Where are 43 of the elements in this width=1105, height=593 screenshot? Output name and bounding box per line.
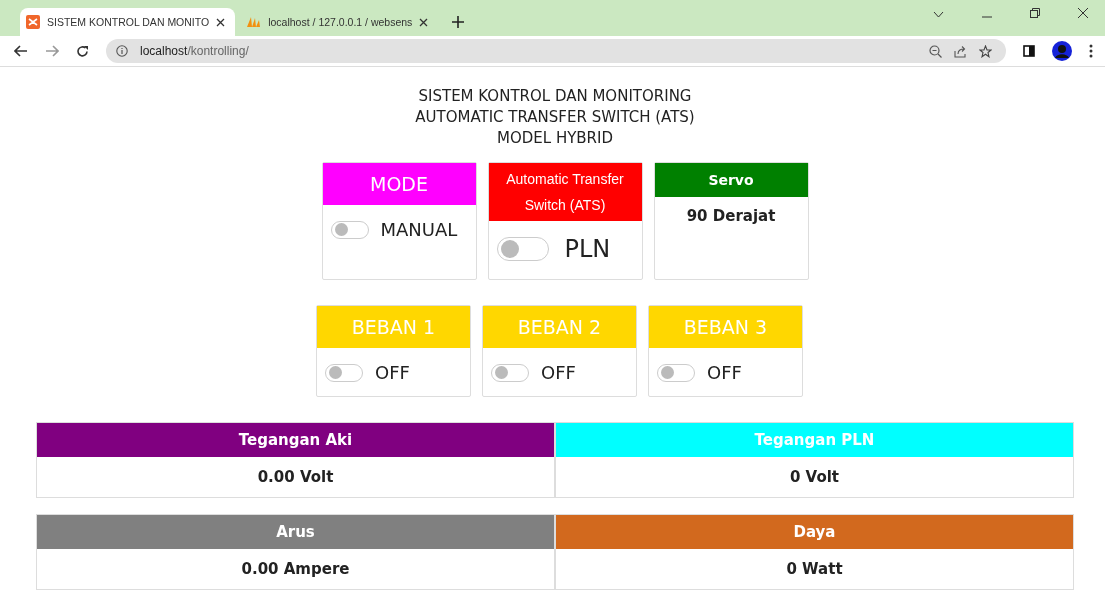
share-icon[interactable] [954, 44, 967, 58]
meter-header: Arus [37, 515, 554, 549]
card-header: BEBAN 1 [317, 306, 470, 348]
info-icon [116, 45, 128, 57]
app-logo-icon [26, 15, 40, 29]
close-icon[interactable] [216, 17, 226, 27]
meter-header: Daya [556, 515, 1073, 549]
new-tab-icon[interactable] [452, 16, 465, 28]
address-bar[interactable]: localhost/kontrolling/ [106, 39, 1006, 63]
page-title: SISTEM KONTROL DAN MONITORING [417, 86, 693, 107]
switch-state: OFF [707, 362, 742, 383]
browser-tab[interactable]: SISTEM KONTROL DAN MONITO [20, 8, 236, 36]
card-header: Servo [654, 163, 808, 197]
switch-state: OFF [375, 362, 410, 383]
meter-header: Tegangan PLN [556, 423, 1073, 457]
card-header: BEBAN 2 [483, 306, 636, 348]
meter-header: Tegangan Aki [37, 423, 554, 457]
switch-state: OFF [541, 362, 576, 383]
side-panel-icon[interactable] [1023, 45, 1035, 57]
card-header: MODE [322, 163, 476, 205]
page-title: AUTOMATIC TRANSFER SWITCH (ATS) [414, 107, 696, 128]
card-header: BEBAN 3 [649, 306, 802, 348]
page-title: MODEL HYBRID [496, 128, 614, 149]
browser-tab[interactable]: localhost / 127.0.0.1 / websens [239, 8, 439, 36]
switch-state: PLN [564, 235, 611, 263]
forward-icon[interactable] [45, 45, 59, 57]
back-icon[interactable] [14, 45, 28, 57]
servo-reading: 90 Derajat [686, 207, 776, 225]
meter-value: 0.00 Ampere [241, 560, 350, 578]
close-icon[interactable] [1078, 8, 1088, 18]
restore-icon[interactable] [1030, 8, 1040, 18]
meter-value: 0.00 Volt [257, 468, 334, 486]
close-icon[interactable] [419, 17, 429, 27]
switch-state: MANUAL [380, 219, 458, 240]
avatar-icon[interactable] [1052, 41, 1072, 61]
card-header: Automatic Transfer Switch (ATS) [488, 163, 642, 221]
menu-icon[interactable] [1089, 44, 1093, 58]
meter-value: 0 Volt [789, 468, 840, 486]
reload-icon[interactable] [76, 44, 89, 58]
zoom-out-icon[interactable] [929, 44, 942, 58]
star-icon[interactable] [979, 44, 992, 58]
chevron-down-icon[interactable] [933, 11, 944, 18]
meter-value: 0 Watt [786, 560, 843, 578]
